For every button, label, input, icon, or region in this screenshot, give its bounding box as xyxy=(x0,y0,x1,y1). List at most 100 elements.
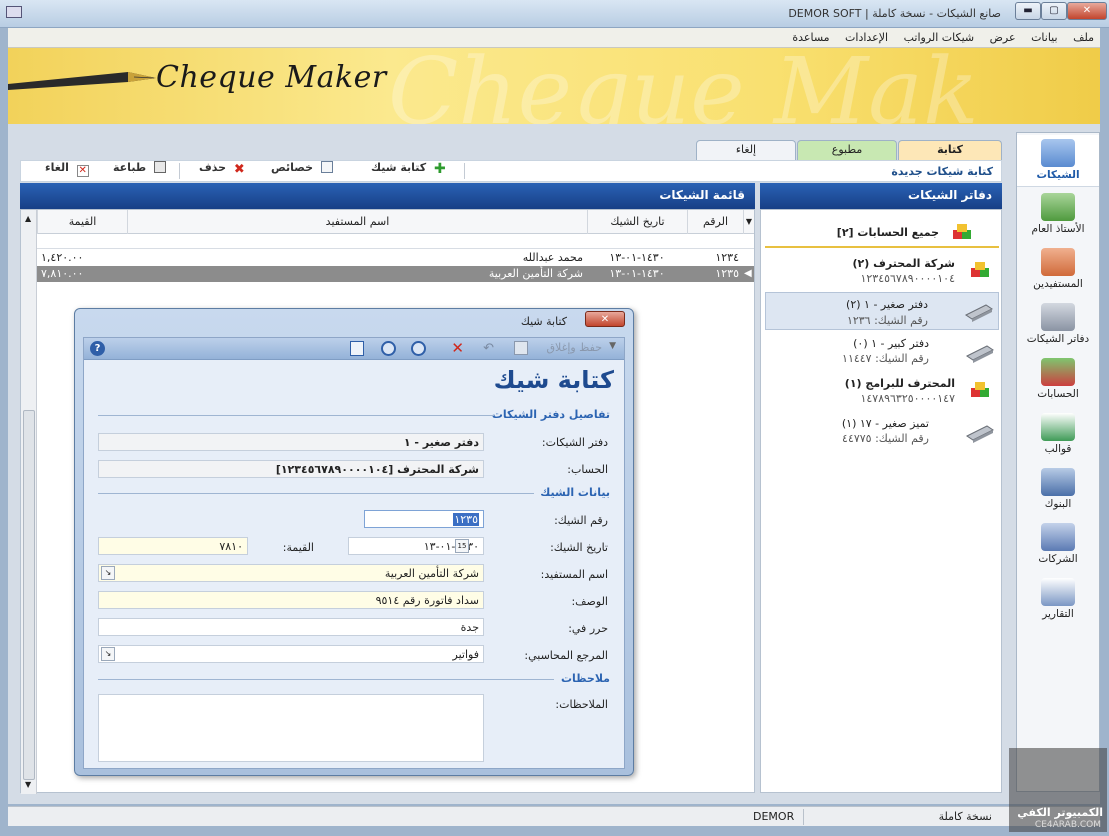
help-icon[interactable]: ? xyxy=(90,341,105,356)
issued-at-input[interactable]: جدة xyxy=(98,618,484,636)
nav-cheques[interactable]: الشيكات xyxy=(1017,135,1099,187)
side-nav: الشيكات الأستاذ العام المستفيدين دفاتر ا… xyxy=(1016,132,1100,792)
nav-label: قوالب xyxy=(1044,443,1072,455)
scroll-thumb[interactable] xyxy=(23,410,35,780)
properties-label: خصائص xyxy=(271,161,314,174)
app-logo: Cheque Maker xyxy=(156,60,387,95)
properties-button[interactable]: خصائص xyxy=(271,161,333,177)
dialog-close-button[interactable]: ✕ xyxy=(585,311,625,327)
scroll-up-icon[interactable]: ▲ xyxy=(25,214,31,223)
all-accounts-label: جميع الحسابات [٢] xyxy=(836,226,939,239)
cancel-cheque-label: الغاء xyxy=(45,161,69,174)
dialog-heading: كتابة شيك xyxy=(493,366,614,394)
cheque-number-input[interactable]: ١٢٣٥ xyxy=(364,510,484,528)
save-icon[interactable] xyxy=(514,341,528,355)
nav-reports[interactable]: التقارير xyxy=(1017,574,1099,626)
undo-icon[interactable]: ↶ xyxy=(483,341,494,357)
chequebook-item[interactable]: تميز صغير - ١٧ (١) رقم الشيك: ٤٤٧٧٥ xyxy=(765,414,999,450)
dropdown-arrow-icon[interactable]: ▼ xyxy=(609,341,616,357)
menu-settings[interactable]: الإعدادات xyxy=(839,28,894,44)
account-number: ١٢٣٤٥٦٧٨٩٠٠٠٠١٠٤ xyxy=(860,272,955,285)
nav-ledger[interactable]: الأستاذ العام xyxy=(1017,189,1099,241)
row-pointer-icon: ◀ xyxy=(744,268,752,279)
vertical-scrollbar[interactable]: ▲ ▼ xyxy=(21,210,37,794)
tab-write[interactable]: كتابة xyxy=(898,140,1002,160)
calendar-icon[interactable]: 15 xyxy=(455,539,469,553)
exit-icon[interactable] xyxy=(350,341,364,356)
cheque-date-input[interactable]: ١٤٣٠-٠١-١٣ 15 xyxy=(348,537,484,555)
nav-beneficiaries[interactable]: المستفيدين xyxy=(1017,244,1099,296)
notes-textarea[interactable] xyxy=(98,694,484,762)
title-bar: صانع الشيكات - نسخة كاملة | DEMOR SOFT ▬… xyxy=(0,0,1109,28)
section-notes: ملاحظات xyxy=(561,672,610,685)
filter-row[interactable] xyxy=(37,235,754,249)
scroll-down-icon[interactable]: ▼ xyxy=(25,780,31,789)
status-bar: نسخة كاملة DEMOR xyxy=(8,806,1100,826)
label-notes: الملاحظات: xyxy=(555,698,608,711)
chequebook-icon xyxy=(966,425,994,443)
printer-icon xyxy=(154,161,167,173)
accounts-icon xyxy=(1041,358,1075,386)
nav-templates[interactable]: قوالب xyxy=(1017,409,1099,461)
col-amount[interactable]: القيمة xyxy=(37,210,127,234)
print-button[interactable]: طباعة xyxy=(113,161,167,177)
table-row[interactable]: ١,٤٢٠.٠٠ محمد عبدالله ١٤٣٠-٠١-١٣ ١٢٣٤ xyxy=(37,250,754,266)
payee-input[interactable]: شركة التأمين العربية ↘ xyxy=(98,564,484,582)
cell-amount: ١,٤٢٠.٠٠ xyxy=(41,251,84,264)
nav-accounts[interactable]: الحسابات xyxy=(1017,354,1099,406)
all-accounts-item[interactable]: جميع الحسابات [٢] xyxy=(765,218,999,248)
delete-button[interactable]: حذف ✖ xyxy=(199,161,246,177)
tab-cancelled[interactable]: إلغاء xyxy=(696,140,796,160)
col-date[interactable]: تاريخ الشيك xyxy=(587,210,687,234)
companies-icon xyxy=(1041,523,1075,551)
account-field: شركة المحترف [١٢٣٤٥٦٧٨٩٠٠٠٠١٠٤] xyxy=(98,460,484,478)
col-payee[interactable]: اسم المستفيد xyxy=(127,210,587,234)
chequebooks-panel: جميع الحسابات [٢] شركة المحترف (٢) ١٢٣٤٥… xyxy=(760,209,1002,793)
menu-help[interactable]: مساعدة xyxy=(786,28,835,44)
lookup-arrow-icon[interactable]: ↘ xyxy=(101,647,115,661)
menu-bar: ملف بيانات عرض شيكات الرواتب الإعدادات م… xyxy=(8,28,1100,48)
app-system-icon[interactable] xyxy=(6,6,22,18)
description-input[interactable]: سداد فاتورة رقم ٩٥١٤ xyxy=(98,591,484,609)
close-button[interactable]: ✕ xyxy=(1067,2,1107,20)
tab-printed[interactable]: مطبوع xyxy=(797,140,897,160)
watermark-url: CE4ARAB.COM xyxy=(1034,820,1101,830)
chequebook-item[interactable]: دفتر صغير - ١ (٢) رقم الشيك: ١٢٣٦ xyxy=(765,292,999,330)
amount-input[interactable]: ٧٨١٠ xyxy=(98,537,248,555)
save-close-button[interactable]: حفظ وإغلاق xyxy=(546,341,602,357)
accounting-ref-input[interactable]: فواتير ↘ xyxy=(98,645,484,663)
column-menu-icon[interactable]: ▼ xyxy=(743,210,754,234)
delete-icon[interactable]: ✕ xyxy=(451,339,464,357)
write-cheque-label: كتابة شيك xyxy=(371,161,427,174)
account-item[interactable]: شركة المحترف (٢) ١٢٣٤٥٦٧٨٩٠٠٠٠١٠٤ xyxy=(765,254,999,288)
nav-label: الشيكات xyxy=(1036,169,1080,181)
nav-companies[interactable]: الشركات xyxy=(1017,519,1099,571)
lookup-arrow-icon[interactable]: ↘ xyxy=(101,566,115,580)
menu-view[interactable]: عرض xyxy=(984,28,1022,44)
nav-banks[interactable]: البنوك xyxy=(1017,464,1099,516)
maximize-button[interactable]: ▢ xyxy=(1041,2,1067,20)
write-cheque-button[interactable]: كتابة شيك ✚ xyxy=(371,161,446,177)
cheque-list-header: قائمة الشيكات xyxy=(20,183,755,209)
menu-payroll[interactable]: شيكات الرواتب xyxy=(898,28,981,44)
previous-record-icon[interactable] xyxy=(381,341,396,356)
cell-number: ١٢٣٥ xyxy=(715,267,739,280)
menu-file[interactable]: ملف xyxy=(1067,28,1100,44)
toolbar-separator xyxy=(464,163,465,179)
section-divider xyxy=(98,679,554,680)
next-record-icon[interactable] xyxy=(411,341,426,356)
write-cheque-dialog: كتابة شيك ✕ ▼ حفظ وإغلاق ↶ ✕ ? كتابة شيك… xyxy=(74,308,634,776)
cancel-cheque-button[interactable]: الغاء ✕ xyxy=(45,161,89,177)
account-name: المحترف للبرامج (١) xyxy=(844,377,955,390)
chequebook-item[interactable]: دفتر كبير - ١ (٠) رقم الشيك: ١١٤٤٧ xyxy=(765,334,999,370)
chequebook-next-number: رقم الشيك: ١١٤٤٧ xyxy=(842,352,929,365)
watermark-text: الكمبيوتر الكفي xyxy=(1017,806,1103,819)
table-row[interactable]: ٧,٨١٠.٠٠ شركة التأمين العربية ١٤٣٠-٠١-١٣… xyxy=(37,266,754,282)
col-number[interactable]: الرقم xyxy=(687,210,743,234)
minimize-button[interactable]: ▬ xyxy=(1015,2,1041,20)
menu-data[interactable]: بيانات xyxy=(1025,28,1064,44)
nav-chequebooks[interactable]: دفاتر الشيكات xyxy=(1017,299,1099,351)
edition-status: نسخة كاملة xyxy=(938,810,992,823)
account-item[interactable]: المحترف للبرامج (١) ١٤٧٨٩٦٣٢٥٠٠٠٠١٤٧ xyxy=(765,374,999,410)
action-bar: كتابة شيكات جديدة كتابة شيك ✚ خصائص حذف … xyxy=(20,160,1002,182)
